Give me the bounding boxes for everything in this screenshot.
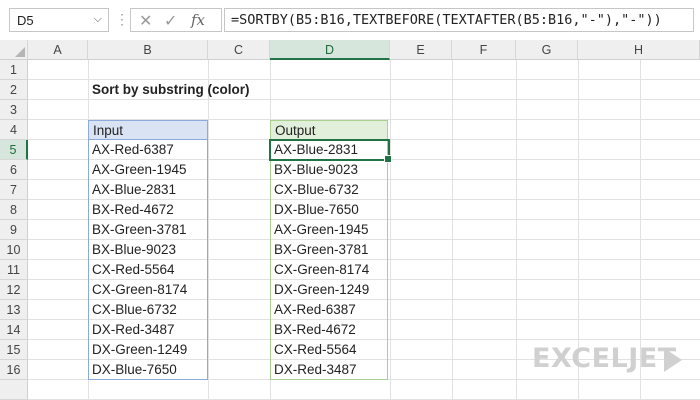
row-header-17[interactable] — [0, 380, 28, 400]
output-cell[interactable]: DX-Green-1249 — [270, 280, 388, 300]
output-cell[interactable]: DX-Blue-7650 — [270, 200, 388, 220]
column-header-h[interactable]: H — [578, 40, 700, 60]
output-cell[interactable]: CX-Blue-6732 — [270, 180, 388, 200]
output-cell[interactable]: CX-Red-5564 — [270, 340, 388, 360]
input-cell[interactable]: BX-Red-4672 — [88, 200, 208, 220]
formula-text: =SORTBY(B5:B16,TEXTBEFORE(TEXTAFTER(B5:B… — [231, 12, 662, 28]
row-header-8[interactable]: 8 — [0, 200, 28, 220]
input-cell[interactable]: BX-Green-3781 — [88, 220, 208, 240]
row-header-12[interactable]: 12 — [0, 280, 28, 300]
input-cell[interactable]: DX-Blue-7650 — [88, 360, 208, 380]
output-header[interactable]: Output — [270, 120, 388, 140]
input-cell[interactable]: BX-Blue-9023 — [88, 240, 208, 260]
fill-handle[interactable] — [384, 155, 392, 163]
gridline — [452, 60, 453, 400]
row-header-10[interactable]: 10 — [0, 240, 28, 260]
input-header[interactable]: Input — [88, 120, 208, 140]
gridline — [516, 60, 517, 400]
exceljet-logo: EXCELJET — [532, 343, 677, 374]
input-cell[interactable]: DX-Green-1249 — [88, 340, 208, 360]
column-header-f[interactable]: F — [452, 40, 516, 60]
check-icon[interactable]: ✓ — [164, 11, 177, 31]
output-cell[interactable]: AX-Red-6387 — [270, 300, 388, 320]
output-cell[interactable]: CX-Green-8174 — [270, 260, 388, 280]
column-header-g[interactable]: G — [516, 40, 578, 60]
fx-icon[interactable]: fx — [191, 11, 205, 29]
select-all-corner[interactable] — [0, 40, 28, 60]
output-cell[interactable]: BX-Green-3781 — [270, 240, 388, 260]
sheet-title[interactable]: Sort by substring (color) — [88, 80, 328, 100]
row-header-9[interactable]: 9 — [0, 220, 28, 240]
formula-input[interactable]: =SORTBY(B5:B16,TEXTBEFORE(TEXTAFTER(B5:B… — [224, 8, 694, 32]
row-header-3[interactable]: 3 — [0, 100, 28, 120]
row-header-13[interactable]: 13 — [0, 300, 28, 320]
row-header-11[interactable]: 11 — [0, 260, 28, 280]
column-header-b[interactable]: B — [88, 40, 208, 60]
input-cell[interactable]: CX-Red-5564 — [88, 260, 208, 280]
row-header-14[interactable]: 14 — [0, 320, 28, 340]
input-cell[interactable]: AX-Green-1945 — [88, 160, 208, 180]
input-cell[interactable]: CX-Blue-6732 — [88, 300, 208, 320]
row-header-1[interactable]: 1 — [0, 60, 28, 80]
name-box[interactable]: D5 ⌵ — [9, 8, 109, 32]
row-header-7[interactable]: 7 — [0, 180, 28, 200]
column-header-c[interactable]: C — [208, 40, 270, 60]
formula-bar: D5 ⌵ ⋮ ✕ ✓ fx =SORTBY(B5:B16,TEXTBEFORE(… — [0, 0, 700, 40]
column-header-e[interactable]: E — [390, 40, 452, 60]
row-header-6[interactable]: 6 — [0, 160, 28, 180]
output-cell[interactable]: BX-Red-4672 — [270, 320, 388, 340]
name-box-value: D5 — [17, 13, 34, 28]
column-header-d[interactable]: D — [270, 40, 390, 60]
input-cell[interactable]: CX-Green-8174 — [88, 280, 208, 300]
input-cell[interactable]: AX-Blue-2831 — [88, 180, 208, 200]
column-header-a[interactable]: A — [28, 40, 88, 60]
x-icon[interactable]: ✕ — [139, 11, 152, 31]
output-cell[interactable]: DX-Red-3487 — [270, 360, 388, 380]
logo-arrow-icon — [664, 348, 682, 372]
output-cell[interactable]: BX-Blue-9023 — [270, 160, 388, 180]
formula-buttons: ✕ ✓ fx — [130, 8, 222, 32]
input-cell[interactable]: AX-Red-6387 — [88, 140, 208, 160]
row-header-16[interactable]: 16 — [0, 360, 28, 380]
gridline — [208, 60, 209, 400]
row-header-15[interactable]: 15 — [0, 340, 28, 360]
vertical-dots-icon[interactable]: ⋮ — [115, 11, 130, 28]
select-all-icon — [15, 47, 25, 57]
row-header-5[interactable]: 5 — [0, 140, 28, 160]
chevron-down-icon[interactable]: ⌵ — [94, 13, 102, 26]
row-header-4[interactable]: 4 — [0, 120, 28, 140]
gridline — [390, 60, 391, 400]
input-cell[interactable]: DX-Red-3487 — [88, 320, 208, 340]
row-header-2[interactable]: 2 — [0, 80, 28, 100]
output-cell[interactable]: AX-Green-1945 — [270, 220, 388, 240]
active-cell-d5[interactable] — [269, 139, 392, 163]
